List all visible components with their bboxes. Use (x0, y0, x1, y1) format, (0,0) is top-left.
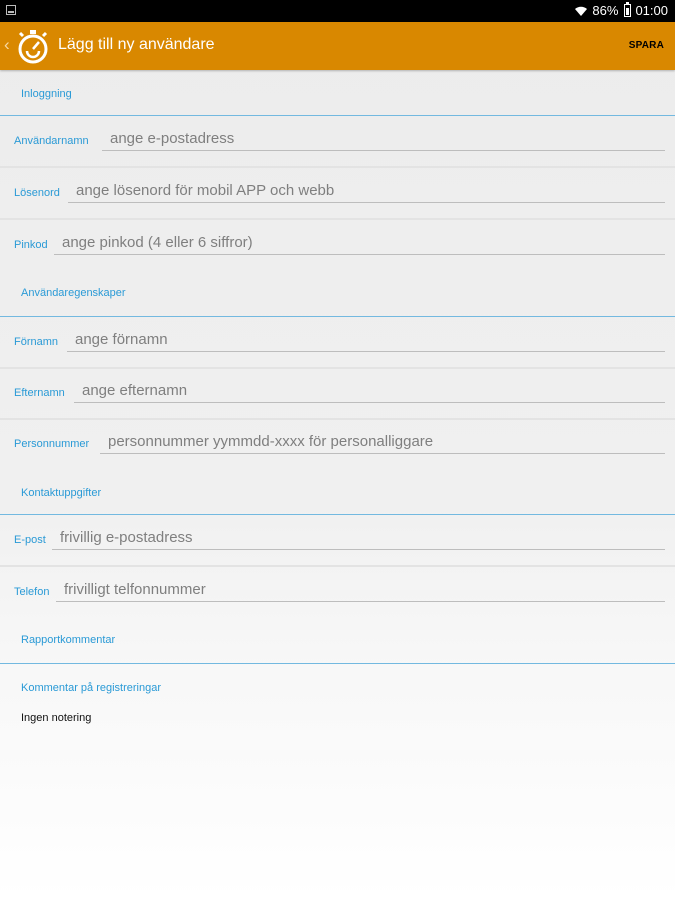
password-row: Lösenord ange lösenord för mobil APP och… (0, 168, 675, 220)
lastname-row: Efternamn ange efternamn (0, 368, 675, 420)
username-placeholder: ange e-postadress (110, 130, 235, 147)
password-field[interactable]: ange lösenord för mobil APP och webb (68, 181, 665, 203)
status-indicators: 86% 01:00 (574, 2, 668, 18)
phone-field[interactable]: frivilligt telfonnummer (56, 580, 665, 602)
lastname-field[interactable]: ange efternamn (74, 381, 665, 403)
page-title: Lägg till ny användare (58, 36, 215, 53)
personal-number-placeholder: personnummer yymmdd-xxxx för personallig… (108, 433, 434, 450)
firstname-label: Förnamn (14, 336, 59, 348)
section-report: Rapportkommentar (0, 617, 675, 664)
section-user-properties: Användaregenskaper (0, 270, 675, 317)
firstname-row: Förnamn ange förnamn (0, 317, 675, 369)
pin-placeholder: ange pinkod (4 eller 6 siffror) (62, 234, 253, 251)
password-placeholder: ange lösenord för mobil APP och webb (76, 182, 335, 199)
email-field[interactable]: frivillig e-postadress (52, 528, 665, 550)
section-login: Inloggning (0, 70, 675, 116)
phone-placeholder: frivilligt telfonnummer (64, 581, 206, 598)
username-row: Användarnamn ange e-postadress (0, 116, 675, 168)
wifi-icon (575, 6, 588, 16)
save-button[interactable]: SPARA (629, 40, 664, 51)
email-row: E-post frivillig e-postadress (0, 515, 675, 567)
phone-label: Telefon (14, 586, 50, 598)
password-label: Lösenord (14, 187, 60, 199)
pin-row: Pinkod ange pinkod (4 eller 6 siffror) (0, 220, 675, 270)
pin-label: Pinkod (14, 239, 48, 251)
email-label: E-post (14, 534, 46, 546)
firstname-field[interactable]: ange förnamn (67, 330, 665, 352)
firstname-placeholder: ange förnamn (75, 331, 168, 348)
personal-number-label: Personnummer (14, 438, 90, 450)
lastname-label: Efternamn (14, 387, 65, 399)
comment-label: Kommentar på registreringar (21, 682, 162, 694)
username-field[interactable]: ange e-postadress (102, 129, 665, 151)
email-placeholder: frivillig e-postadress (60, 529, 193, 546)
clock: 01:00 (635, 3, 668, 18)
phone-row: Telefon frivilligt telfonnummer (0, 567, 675, 617)
section-header-report: Rapportkommentar (21, 634, 116, 646)
chevron-left-icon[interactable]: ‹ (4, 35, 10, 55)
notification-icon (6, 5, 16, 15)
username-label: Användarnamn (14, 135, 89, 147)
section-header-login: Inloggning (21, 88, 72, 100)
stopwatch-icon[interactable] (15, 27, 51, 65)
personal-number-row: Personnummer personnummer yymmdd-xxxx fö… (0, 419, 675, 469)
personal-number-field[interactable]: personnummer yymmdd-xxxx för personallig… (100, 432, 665, 454)
section-header-user-properties: Användaregenskaper (21, 287, 126, 299)
comment-value[interactable]: Ingen notering (21, 712, 91, 724)
battery-percent: 86% (592, 3, 619, 18)
app-bar: ‹ Lägg till ny användare SPARA (0, 22, 675, 70)
pin-field[interactable]: ange pinkod (4 eller 6 siffror) (54, 233, 665, 255)
section-contact: Kontaktuppgifter (0, 469, 675, 515)
status-bar: 86% 01:00 (0, 0, 675, 22)
section-header-contact: Kontaktuppgifter (21, 487, 102, 499)
battery-icon (624, 2, 632, 17)
lastname-placeholder: ange efternamn (82, 382, 188, 399)
